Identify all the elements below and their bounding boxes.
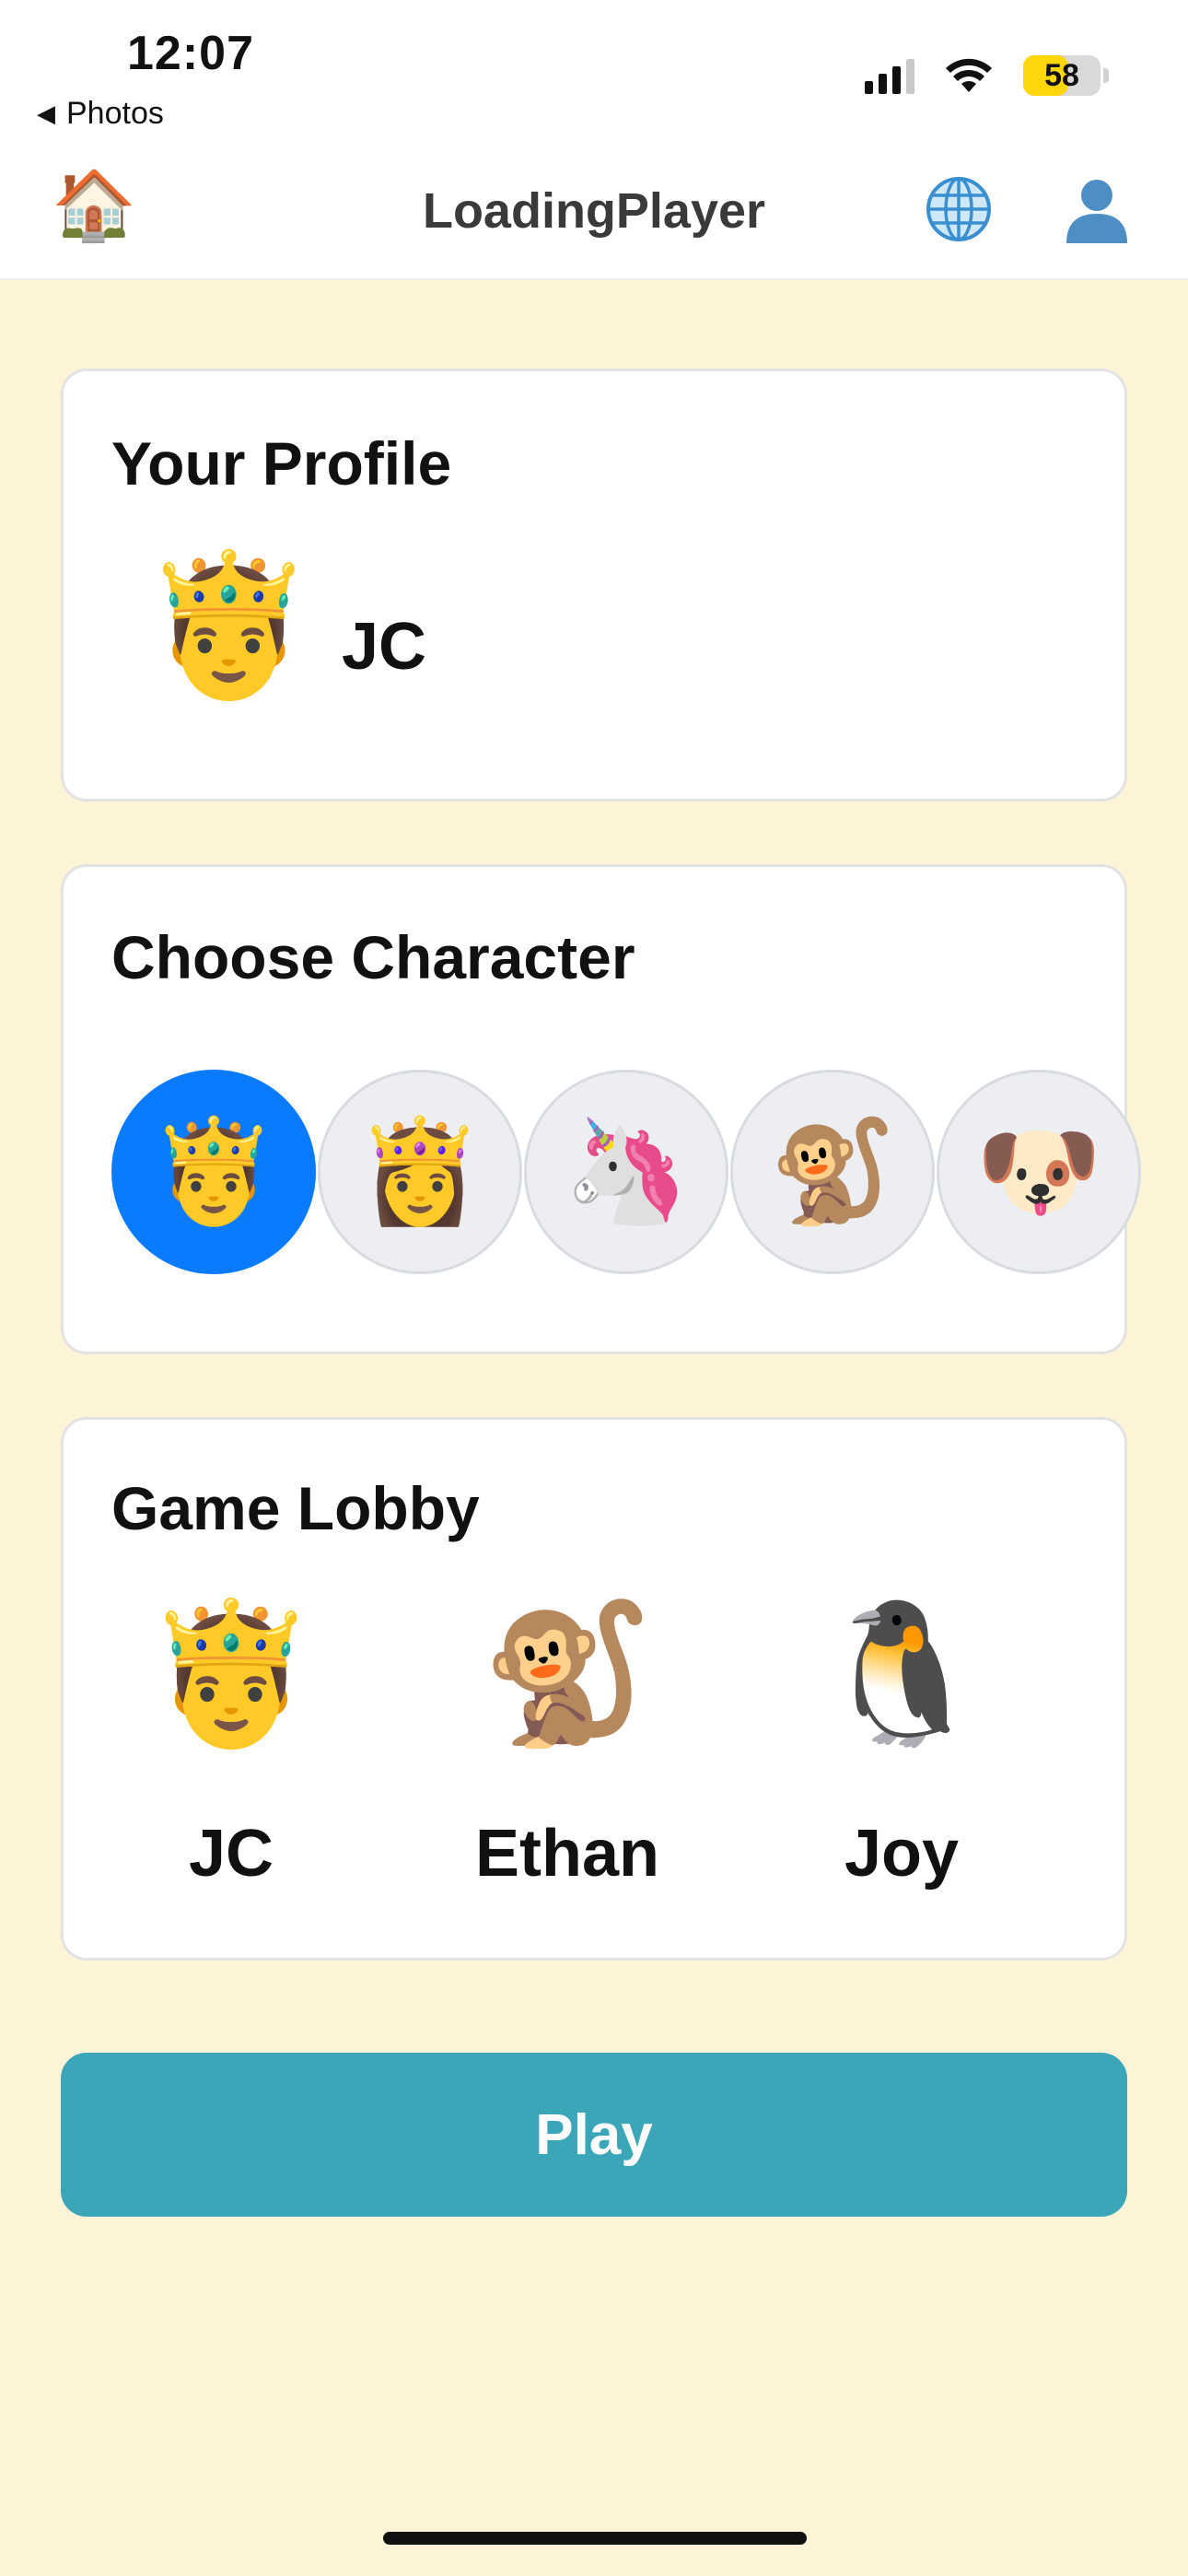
back-to-label: Photos — [66, 96, 164, 131]
game-lobby-card: Game Lobby 🤴 JC 🐒 Ethan 🐧 Joy — [61, 1417, 1127, 1961]
wifi-icon — [946, 58, 992, 92]
top-navigation-bar: 🏠 LoadingPlayer — [0, 147, 1188, 280]
globe-icon[interactable] — [925, 175, 993, 243]
back-triangle-icon: ◀ — [37, 100, 55, 127]
game-lobby-title: Game Lobby — [111, 1474, 480, 1542]
lobby-player-avatar: 🐒 — [481, 1596, 654, 1751]
back-to-photos-link[interactable]: ◀ Photos — [37, 96, 164, 132]
user-silhouette-icon[interactable] — [1061, 173, 1133, 245]
home-indicator[interactable] — [383, 2532, 807, 2545]
choose-character-card: Choose Character 🤴 👸 🦄 🐒 🐶 — [61, 864, 1141, 1354]
profile-card: Your Profile 🤴 JC — [61, 369, 1127, 802]
character-option-prince[interactable]: 🤴 — [111, 1070, 316, 1274]
character-option-princess[interactable]: 👸 — [318, 1070, 522, 1274]
profile-card-title: Your Profile — [111, 429, 452, 498]
lobby-player-avatar: 🤴 — [145, 1596, 318, 1751]
battery-icon: 58 — [1023, 55, 1109, 96]
lobby-player-avatar: 🐧 — [815, 1596, 988, 1751]
status-icons: 58 — [865, 55, 1109, 96]
profile-name: JC — [342, 610, 427, 684]
cellular-signal-icon — [865, 57, 914, 94]
lobby-player-name: Ethan — [474, 1817, 659, 1891]
lobby-player: 🐒 Ethan — [457, 1604, 678, 1891]
lobby-player: 🐧 Joy — [791, 1604, 1012, 1891]
character-option-dog[interactable]: 🐶 — [937, 1070, 1141, 1274]
status-time: 12:07 — [127, 27, 254, 80]
character-option-monkey[interactable]: 🐒 — [730, 1070, 935, 1274]
lobby-player-name: Joy — [844, 1817, 960, 1891]
lobby-player-name: JC — [188, 1817, 274, 1891]
character-carousel[interactable]: 🤴 👸 🦄 🐒 🐶 — [111, 1064, 1141, 1282]
profile-avatar: 🤴 — [143, 547, 315, 702]
lobby-player: 🤴 JC — [121, 1604, 342, 1891]
status-bar: 12:07 ◀ Photos 58 — [0, 0, 1188, 147]
character-option-unicorn[interactable]: 🦄 — [524, 1070, 728, 1274]
page-title: LoadingPlayer — [422, 183, 766, 239]
battery-percent: 58 — [1044, 57, 1079, 93]
choose-character-title: Choose Character — [111, 923, 635, 991]
play-button[interactable]: Play — [61, 2053, 1127, 2217]
